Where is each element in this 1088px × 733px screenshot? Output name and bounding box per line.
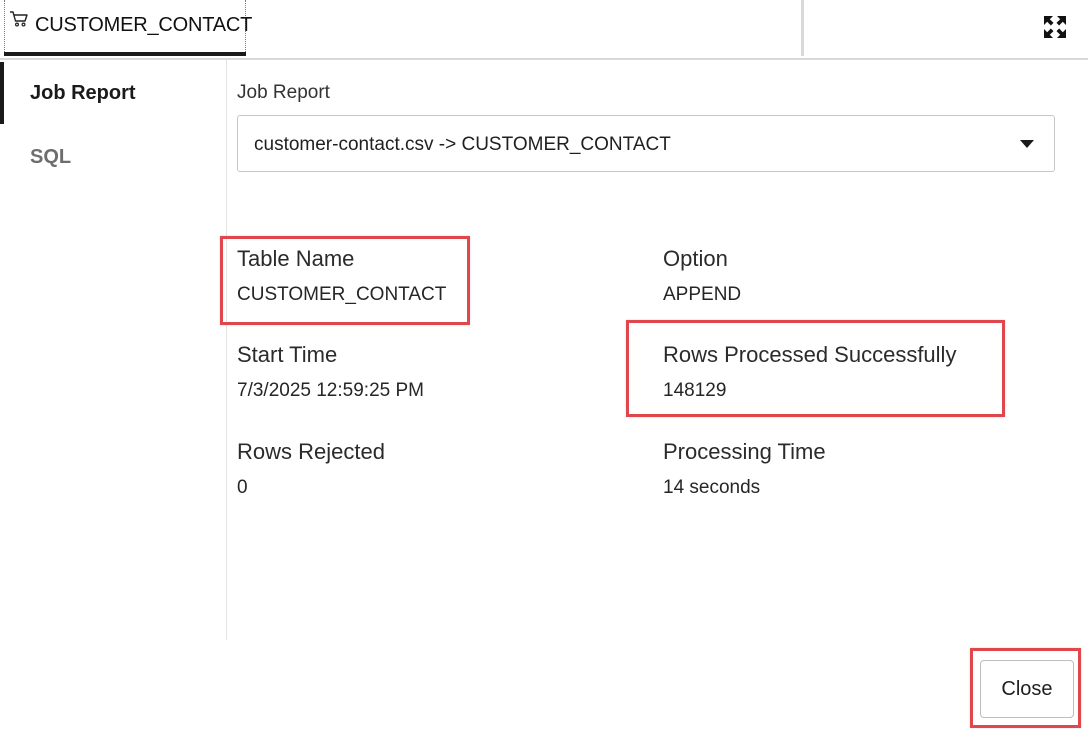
close-button[interactable]: Close [980, 660, 1074, 718]
chevron-down-icon [1020, 140, 1034, 148]
start-time-field: Start Time 7/3/2025 12:59:25 PM [237, 342, 424, 402]
field-value: 14 seconds [663, 477, 761, 498]
sidebar: Job Report SQL [0, 60, 227, 640]
option-field: Option APPEND [663, 246, 741, 306]
highlight-box-table-name [220, 236, 470, 325]
active-tab-indicator [4, 52, 246, 56]
expand-button[interactable] [1040, 14, 1070, 44]
tab-customer-contact[interactable]: CUSTOMER_CONTACT [4, 0, 252, 56]
tab-bar: CUSTOMER_CONTACT [0, 0, 1088, 60]
active-nav-indicator [0, 62, 4, 124]
divider [801, 0, 804, 56]
sidebar-item-label: SQL [30, 146, 72, 168]
expand-arrows-icon [1043, 15, 1067, 44]
rows-rejected-field: Rows Rejected 0 [237, 439, 385, 499]
field-value: 7/3/2025 12:59:25 PM [237, 380, 424, 401]
field-label: Start Time [237, 342, 338, 367]
shopping-cart-icon [9, 10, 29, 28]
field-label: Rows Rejected [237, 439, 385, 464]
tab-title: CUSTOMER_CONTACT [35, 14, 253, 36]
job-report-select-value: customer-contact.csv -> CUSTOMER_CONTACT [254, 134, 671, 155]
processing-time-field: Processing Time 14 seconds [663, 439, 826, 499]
field-value: APPEND [663, 284, 742, 305]
job-report-dialog: CUSTOMER_CONTACT Job Report SQL Job Repo… [0, 0, 1088, 733]
sidebar-item-sql[interactable]: SQL [0, 126, 226, 188]
sidebar-item-job-report[interactable]: Job Report [0, 62, 226, 124]
job-report-select-label: Job Report [237, 82, 330, 103]
highlight-box-rows-processed [626, 320, 1005, 417]
field-label: Processing Time [663, 439, 826, 464]
sidebar-item-label: Job Report [30, 82, 136, 104]
field-label: Option [663, 246, 728, 271]
job-report-select[interactable]: customer-contact.csv -> CUSTOMER_CONTACT [237, 115, 1055, 172]
field-value: 0 [237, 477, 248, 498]
